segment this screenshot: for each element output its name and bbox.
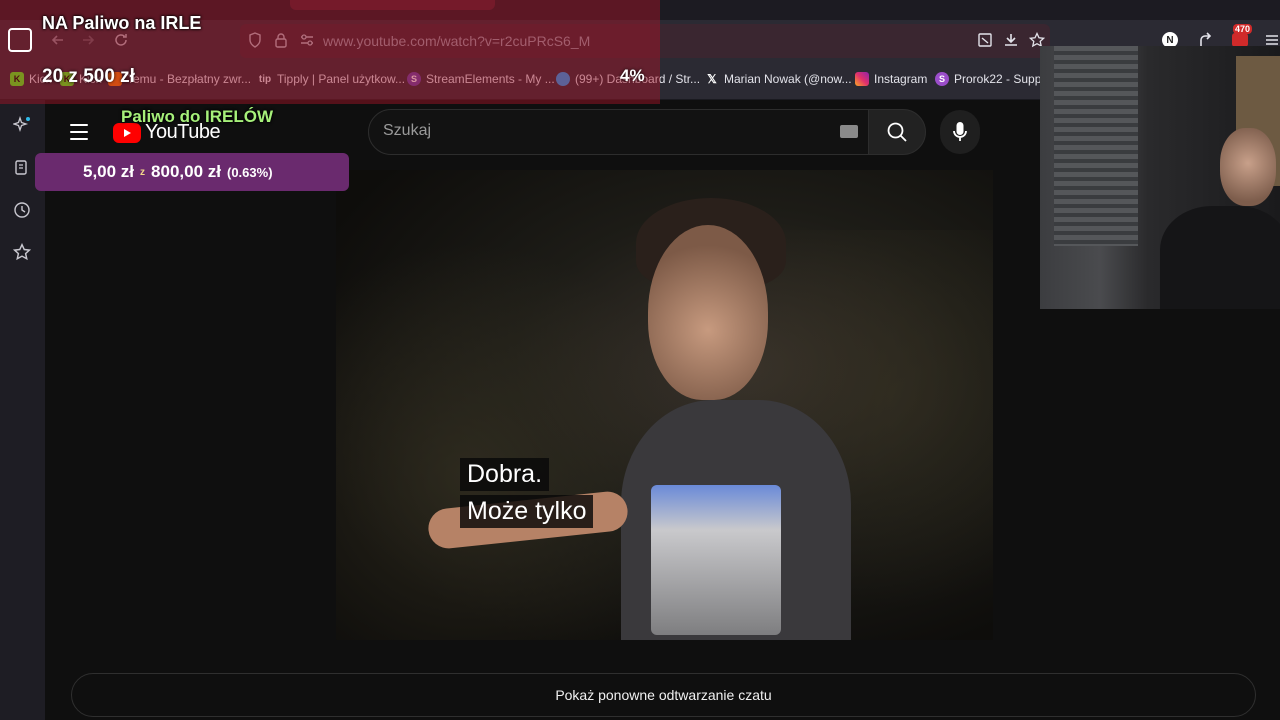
search-button[interactable] — [868, 109, 926, 155]
show-chat-replay-button[interactable]: Pokaż ponowne odtwarzanie czatu — [71, 673, 1256, 717]
shirt-print — [651, 485, 781, 635]
ai-sparkle-icon[interactable] — [11, 114, 33, 136]
streamer-face — [1220, 128, 1276, 206]
bookmark-label: Instagram — [874, 72, 928, 86]
donation-percent: (0.63%) — [227, 164, 273, 180]
video-player[interactable] — [336, 170, 993, 640]
microphone-icon — [953, 122, 967, 141]
bookmark-prorok22[interactable]: S Prorok22 - Suppi — [935, 72, 1044, 86]
goal-percent: 4% — [620, 66, 645, 85]
search-input[interactable]: Szukaj — [383, 122, 431, 140]
goal-title: NA Paliwo na IRLE — [42, 13, 202, 33]
streamer-webcam — [1040, 46, 1280, 309]
donation-amount: 5,00 zł — [83, 162, 135, 181]
download-icon[interactable] — [1001, 30, 1021, 50]
guide-menu-icon[interactable] — [70, 124, 88, 140]
synced-tabs-icon[interactable] — [11, 157, 33, 179]
search-box[interactable] — [368, 109, 878, 155]
bookmark-instagram[interactable]: Instagram — [855, 72, 927, 86]
caption-line-1: Dobra. — [460, 458, 550, 491]
bookmark-label: Marian Nowak (@now... — [724, 72, 852, 86]
donation-goal-bar: 5,00 zł z 800,00 zł (0.63%) — [35, 153, 349, 191]
sidebar-toggle-icon[interactable] — [8, 28, 32, 52]
instagram-icon — [855, 72, 869, 86]
keyboard-icon[interactable] — [840, 125, 858, 138]
donation-separator: z — [140, 166, 146, 178]
x-icon: 𝕏 — [707, 72, 717, 86]
bookmark-label: Prorok22 - Suppi — [954, 72, 1045, 86]
voice-search-button[interactable] — [940, 110, 980, 154]
search-icon — [887, 122, 907, 142]
window-blinds — [1054, 46, 1138, 246]
extension-badge-count: 470 — [1233, 24, 1253, 34]
reader-view-icon[interactable] — [975, 30, 995, 50]
video-person-face — [648, 225, 768, 400]
bookmark-x-marian-nowak[interactable]: 𝕏 Marian Nowak (@now... — [705, 72, 852, 86]
goal-progress-text: 20 z 500 zł — [42, 66, 135, 87]
bookmarks-star-icon[interactable] — [11, 241, 33, 263]
paliwo-label: Paliwo do IRELÓW — [121, 107, 274, 126]
screen: www.youtube.com/watch?v=r2cuPRcS6_M N 47… — [0, 0, 1280, 720]
browser-sidebar — [0, 100, 45, 720]
prorok-icon: S — [935, 72, 949, 86]
streamer-body — [1160, 206, 1280, 309]
caption-line-2: Może tylko — [460, 495, 594, 528]
donation-target: 800,00 zł — [151, 162, 221, 181]
history-icon[interactable] — [11, 199, 33, 221]
